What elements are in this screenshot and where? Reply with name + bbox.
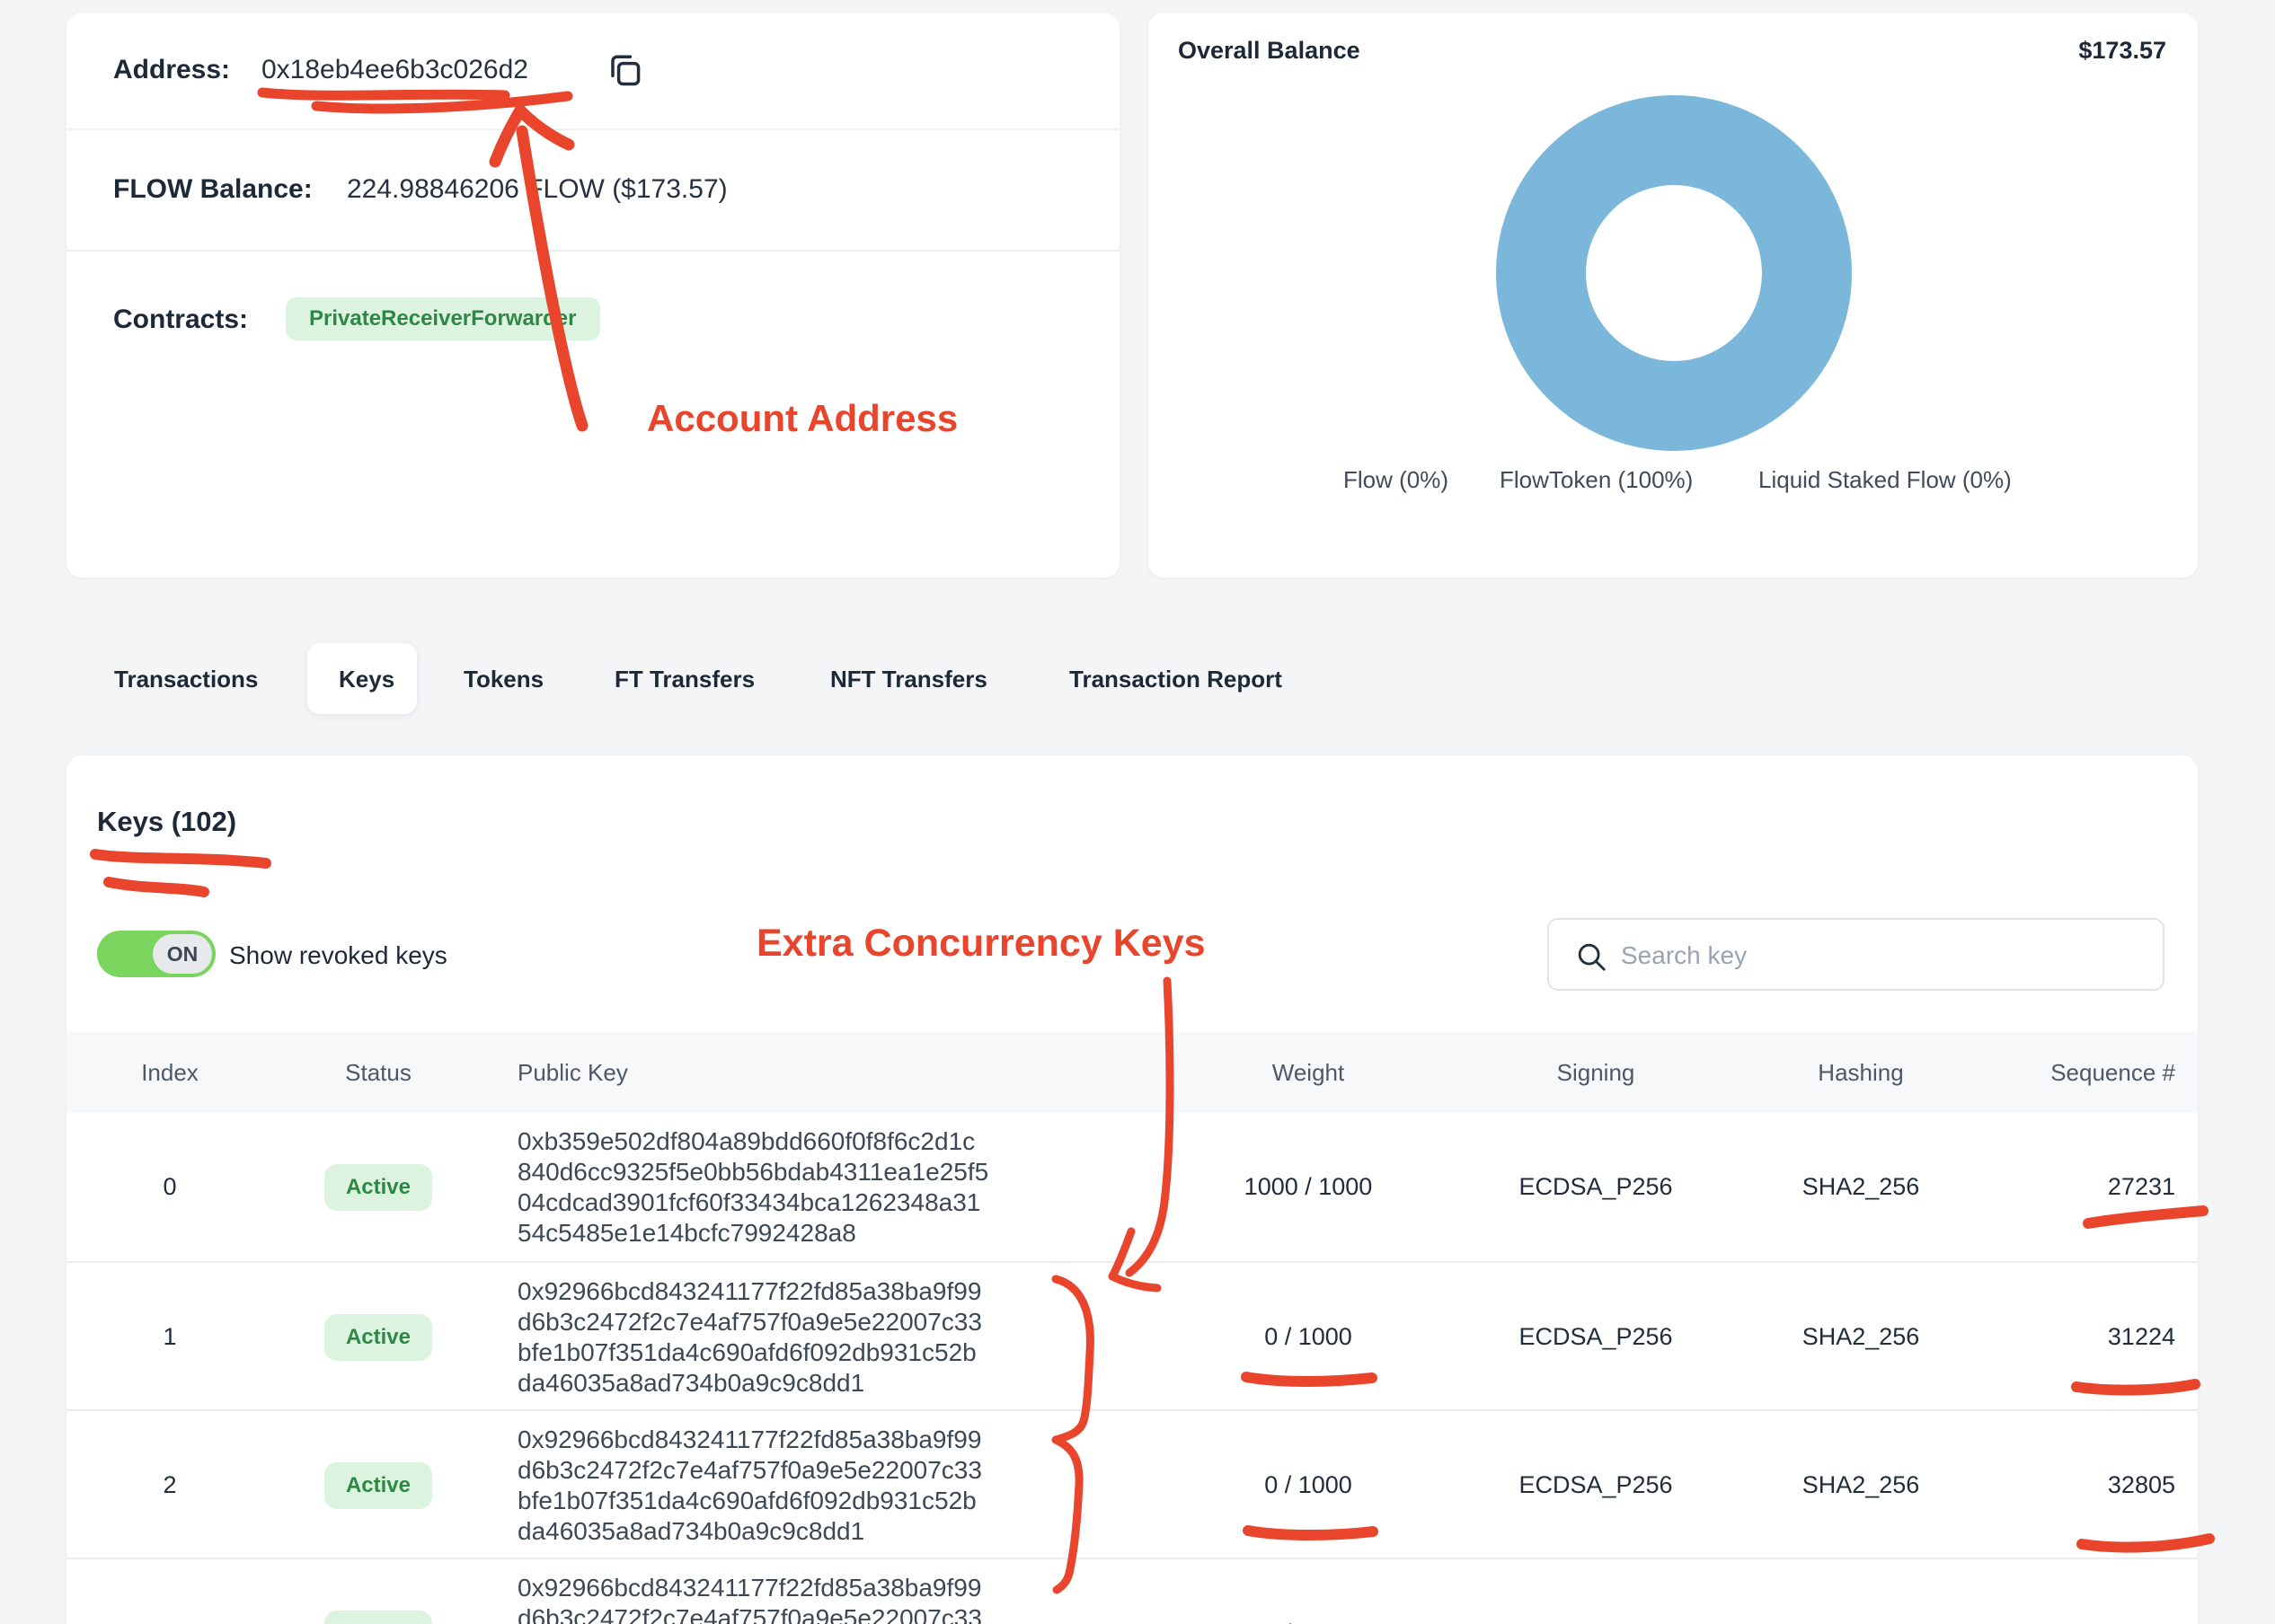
key-signing: ECDSA_P256 [1488, 1559, 1704, 1624]
key-signing: ECDSA_P256 [1488, 1263, 1704, 1411]
search-icon [1574, 940, 1608, 978]
col-signing: Signing [1488, 1032, 1704, 1113]
legend-flow[interactable]: Flow (0%) [1343, 466, 1448, 494]
key-row-2: 2 Active 0x92966bcd843241177f22fd85a38ba… [66, 1409, 2198, 1559]
search-key-input[interactable] [1619, 920, 2144, 991]
key-signing: ECDSA_P256 [1488, 1411, 1704, 1559]
divider [66, 250, 1120, 252]
address-value: 0x18eb4ee6b3c026d2 [261, 55, 528, 85]
balance-donut-chart [1496, 95, 1852, 451]
col-index: Index [102, 1032, 237, 1113]
account-info-card: Address: 0x18eb4ee6b3c026d2 FLOW Balance… [66, 12, 1120, 578]
keys-table-header: Index Status Public Key Weight Signing H… [66, 1032, 2198, 1113]
key-weight: 0 / 1000 [1200, 1263, 1416, 1411]
tab-tokens[interactable]: Tokens [464, 666, 544, 693]
search-key-box [1547, 918, 2164, 991]
key-index: 2 [102, 1411, 237, 1559]
key-sequence: 32805 [1996, 1411, 2175, 1559]
key-row-3: 3 Active 0x92966bcd843241177f22fd85a38ba… [66, 1558, 2198, 1624]
overall-balance-title: Overall Balance [1178, 37, 1360, 65]
key-index: 3 [102, 1559, 237, 1624]
key-row-1: 1 Active 0x92966bcd843241177f22fd85a38ba… [66, 1261, 2198, 1411]
col-sequence: Sequence # [1996, 1032, 2175, 1113]
legend-flowtoken[interactable]: FlowToken (100%) [1500, 466, 1693, 494]
keys-section-title: Keys (102) [97, 806, 236, 838]
key-weight: 0 / 1000 [1200, 1411, 1416, 1559]
col-weight: Weight [1200, 1032, 1416, 1113]
key-signing: ECDSA_P256 [1488, 1113, 1704, 1261]
tab-nft-transfers[interactable]: NFT Transfers [830, 666, 987, 693]
col-status: Status [311, 1032, 446, 1113]
status-badge: Active [324, 1314, 432, 1361]
tab-keys[interactable]: Keys [339, 666, 394, 693]
key-sequence: 31224 [1996, 1263, 2175, 1411]
key-hashing: SHA2_256 [1753, 1559, 1969, 1624]
contracts-label: Contracts: [113, 304, 248, 335]
col-hashing: Hashing [1753, 1032, 1969, 1113]
col-public-key: Public Key [518, 1032, 1111, 1113]
public-key: 0x92966bcd843241177f22fd85a38ba9f99 d6b3… [518, 1573, 982, 1624]
status-badge: Active [324, 1462, 432, 1509]
overall-balance-card: Overall Balance $173.57 Flow (0%) FlowTo… [1147, 12, 2199, 578]
key-sequence: 27231 [1996, 1113, 2175, 1261]
copy-icon[interactable] [605, 49, 644, 94]
show-revoked-keys-label: Show revoked keys [229, 941, 447, 970]
key-weight: 1000 / 1000 [1200, 1113, 1416, 1261]
tab-transactions[interactable]: Transactions [114, 666, 258, 693]
divider [66, 128, 1120, 130]
key-index: 0 [102, 1113, 237, 1261]
address-label: Address: [113, 55, 230, 85]
key-weight: 0 / 1000 [1200, 1559, 1416, 1624]
status-badge: Active [324, 1164, 432, 1211]
key-hashing: SHA2_256 [1753, 1113, 1969, 1261]
public-key: 0x92966bcd843241177f22fd85a38ba9f99 d6b3… [518, 1425, 982, 1547]
key-hashing: SHA2_256 [1753, 1263, 1969, 1411]
tab-ft-transfers[interactable]: FT Transfers [615, 666, 755, 693]
key-row-0: 0 Active 0xb359e502df804a89bdd660f0f8f6c… [66, 1113, 2198, 1261]
flow-balance-label: FLOW Balance: [113, 174, 313, 205]
show-revoked-keys-toggle[interactable]: ON [97, 931, 216, 977]
key-hashing: SHA2_256 [1753, 1411, 1969, 1559]
status-badge: Active [324, 1611, 432, 1624]
legend-liquid-staked-flow[interactable]: Liquid Staked Flow (0%) [1758, 466, 2012, 494]
public-key: 0x92966bcd843241177f22fd85a38ba9f99 d6b3… [518, 1276, 982, 1399]
contract-badge[interactable]: PrivateReceiverForwarder [286, 297, 600, 340]
public-key: 0xb359e502df804a89bdd660f0f8f6c2d1c 840d… [518, 1126, 988, 1249]
tab-transaction-report[interactable]: Transaction Report [1069, 666, 1282, 693]
overall-balance-total: $173.57 [2078, 37, 2166, 65]
flow-balance-value: 224.98846206 FLOW ($173.57) [347, 174, 728, 205]
key-sequence [1996, 1559, 2175, 1624]
keys-card: Keys (102) ON Show revoked keys Index St… [66, 755, 2199, 1624]
key-index: 1 [102, 1263, 237, 1411]
toggle-knob[interactable]: ON [153, 934, 212, 974]
account-page: Address: 0x18eb4ee6b3c026d2 FLOW Balance… [0, 0, 2275, 1624]
